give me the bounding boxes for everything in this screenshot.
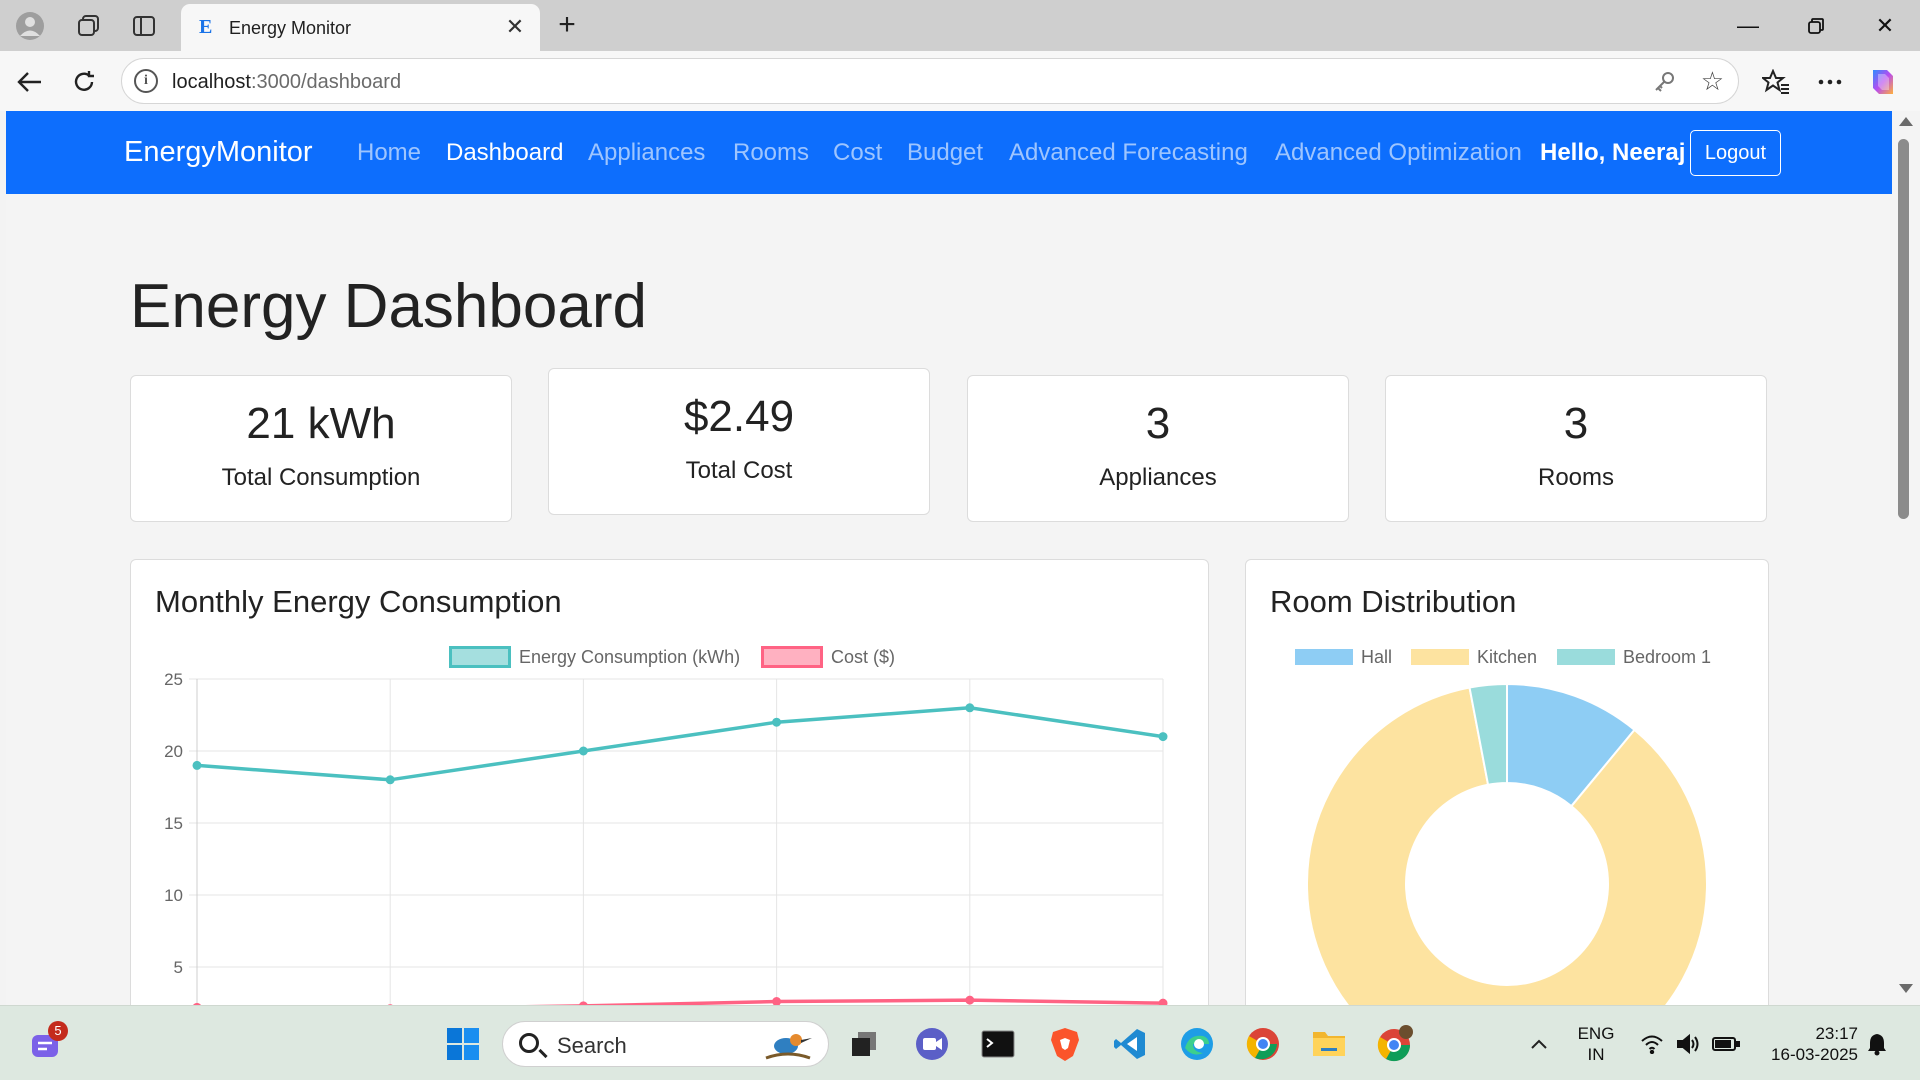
- search-highlight-bird-icon: [765, 1034, 812, 1060]
- wifi-icon[interactable]: [1633, 1025, 1671, 1063]
- data-point-cost: [772, 997, 782, 1005]
- clock[interactable]: 23:17 16-03-2025: [1760, 1023, 1858, 1065]
- windows-taskbar: 5 Search ENG IN 23:17 16-03-2025: [0, 1005, 1920, 1080]
- stat-card-appliances: 3 Appliances: [967, 375, 1349, 522]
- collections-icon[interactable]: [74, 11, 104, 41]
- stat-label: Total Consumption: [221, 464, 421, 491]
- top-navbar: EnergyMonitor Home Dashboard Appliances …: [6, 111, 1892, 194]
- scroll-up-icon[interactable]: [1899, 117, 1913, 126]
- scroll-thumb[interactable]: [1898, 139, 1909, 519]
- stat-value: 21 kWh: [246, 399, 396, 448]
- data-point-energy: [578, 746, 588, 756]
- y-tick-label: 15: [164, 814, 183, 833]
- tab-favicon-icon: E: [199, 16, 213, 38]
- web-page: EnergyMonitor Home Dashboard Appliances …: [6, 111, 1892, 1005]
- search-placeholder: Search: [557, 1033, 627, 1058]
- search-icon: [519, 1033, 539, 1053]
- chrome-profile-icon[interactable]: [1376, 1025, 1414, 1063]
- password-key-icon[interactable]: [1652, 69, 1678, 95]
- nav-link-cost[interactable]: Cost: [833, 139, 882, 167]
- favorites-icon[interactable]: [1759, 65, 1793, 99]
- data-point-cost: [965, 995, 975, 1005]
- minimize-icon[interactable]: —: [1726, 8, 1770, 44]
- restore-icon[interactable]: [1794, 8, 1838, 44]
- taskbar-search-box[interactable]: Search: [502, 1021, 829, 1067]
- doughnut-chart: [1306, 682, 1709, 1005]
- y-tick-label: 25: [164, 670, 183, 689]
- data-point-energy: [965, 703, 975, 713]
- task-view-icon[interactable]: [845, 1025, 883, 1063]
- brave-browser-icon[interactable]: [1046, 1025, 1084, 1063]
- stat-card-total-consumption: 21 kWh Total Consumption: [130, 375, 512, 522]
- nav-link-appliances[interactable]: Appliances: [588, 139, 705, 167]
- nav-link-rooms[interactable]: Rooms: [733, 139, 809, 167]
- profile-icon[interactable]: [15, 11, 45, 41]
- battery-icon[interactable]: [1707, 1025, 1745, 1063]
- copilot-icon[interactable]: [1866, 65, 1900, 99]
- page-title: Energy Dashboard: [130, 272, 647, 341]
- logout-button[interactable]: Logout: [1690, 130, 1781, 176]
- new-tab-button[interactable]: +: [552, 8, 582, 42]
- nav-link-budget[interactable]: Budget: [907, 139, 983, 167]
- room-distribution-card: Room Distribution Hall Kitchen Bedroom 1: [1245, 559, 1769, 1005]
- edge-browser-icon[interactable]: [1178, 1025, 1216, 1063]
- language-indicator[interactable]: ENG IN: [1570, 1023, 1622, 1065]
- y-tick-label: 20: [164, 742, 183, 761]
- page-scrollbar[interactable]: [1892, 111, 1920, 1005]
- nav-link-home[interactable]: Home: [357, 139, 421, 167]
- stat-label: Rooms: [1537, 464, 1615, 491]
- close-window-icon[interactable]: ✕: [1863, 8, 1907, 44]
- stat-value: $2.49: [683, 392, 795, 441]
- tab-close-icon[interactable]: ✕: [502, 14, 528, 40]
- scroll-down-icon[interactable]: [1899, 984, 1913, 993]
- nav-link-dashboard[interactable]: Dashboard: [446, 139, 563, 167]
- terminal-icon[interactable]: [979, 1025, 1017, 1063]
- y-tick-label: 10: [164, 886, 183, 905]
- stat-value: 3: [1563, 399, 1589, 448]
- notification-badge: 5: [48, 1021, 68, 1041]
- stat-card-total-cost: $2.49 Total Cost: [548, 368, 930, 515]
- series-line-energy: [196, 706, 1164, 782]
- favorite-star-icon[interactable]: ☆: [1701, 67, 1724, 95]
- line-chart: 25 20 15 10 5: [164, 670, 1168, 1005]
- chrome-icon[interactable]: [1244, 1025, 1282, 1063]
- active-tab[interactable]: E Energy Monitor ✕: [181, 4, 540, 51]
- y-tick-label: 5: [174, 958, 183, 977]
- windows-start-icon[interactable]: [444, 1025, 482, 1063]
- more-options-icon[interactable]: [1813, 65, 1847, 99]
- stat-card-rooms: 3 Rooms: [1385, 375, 1767, 522]
- data-point-energy: [192, 760, 202, 770]
- show-hidden-icons-chevron-icon[interactable]: [1520, 1025, 1558, 1063]
- data-point-energy: [1158, 732, 1168, 742]
- url-text[interactable]: localhost:3000/dashboard: [172, 71, 401, 94]
- nav-link-advanced-forecasting[interactable]: Advanced Forecasting: [1009, 139, 1248, 167]
- refresh-icon[interactable]: [67, 65, 101, 99]
- browser-toolbar: i localhost:3000/dashboard ☆: [0, 51, 1920, 111]
- stat-value: 3: [1145, 399, 1171, 448]
- tab-title: Energy Monitor: [229, 18, 352, 38]
- navbar-brand[interactable]: EnergyMonitor: [124, 136, 313, 169]
- stat-label: Total Cost: [685, 457, 793, 484]
- nav-link-advanced-optimization[interactable]: Advanced Optimization: [1275, 139, 1522, 167]
- site-info-icon[interactable]: i: [134, 69, 158, 93]
- meet-icon[interactable]: [913, 1025, 951, 1063]
- browser-tab-bar: E Energy Monitor ✕ + — ✕: [0, 0, 1920, 51]
- teams-chat-icon[interactable]: 5: [28, 1021, 68, 1063]
- file-explorer-icon[interactable]: [1310, 1025, 1348, 1063]
- volume-icon[interactable]: [1669, 1025, 1707, 1063]
- notifications-bell-icon[interactable]: [1858, 1025, 1896, 1063]
- address-bar[interactable]: i localhost:3000/dashboard ☆: [121, 58, 1739, 104]
- vertical-tabs-icon[interactable]: [129, 11, 159, 41]
- back-icon[interactable]: [13, 65, 47, 99]
- monthly-consumption-card: Monthly Energy Consumption Energy Consum…: [130, 559, 1209, 1005]
- vscode-icon[interactable]: [1111, 1025, 1149, 1063]
- data-point-energy: [772, 717, 782, 727]
- data-point-energy: [385, 775, 395, 785]
- stat-label: Appliances: [1099, 464, 1217, 491]
- user-greeting: Hello, Neeraj: [1540, 139, 1686, 166]
